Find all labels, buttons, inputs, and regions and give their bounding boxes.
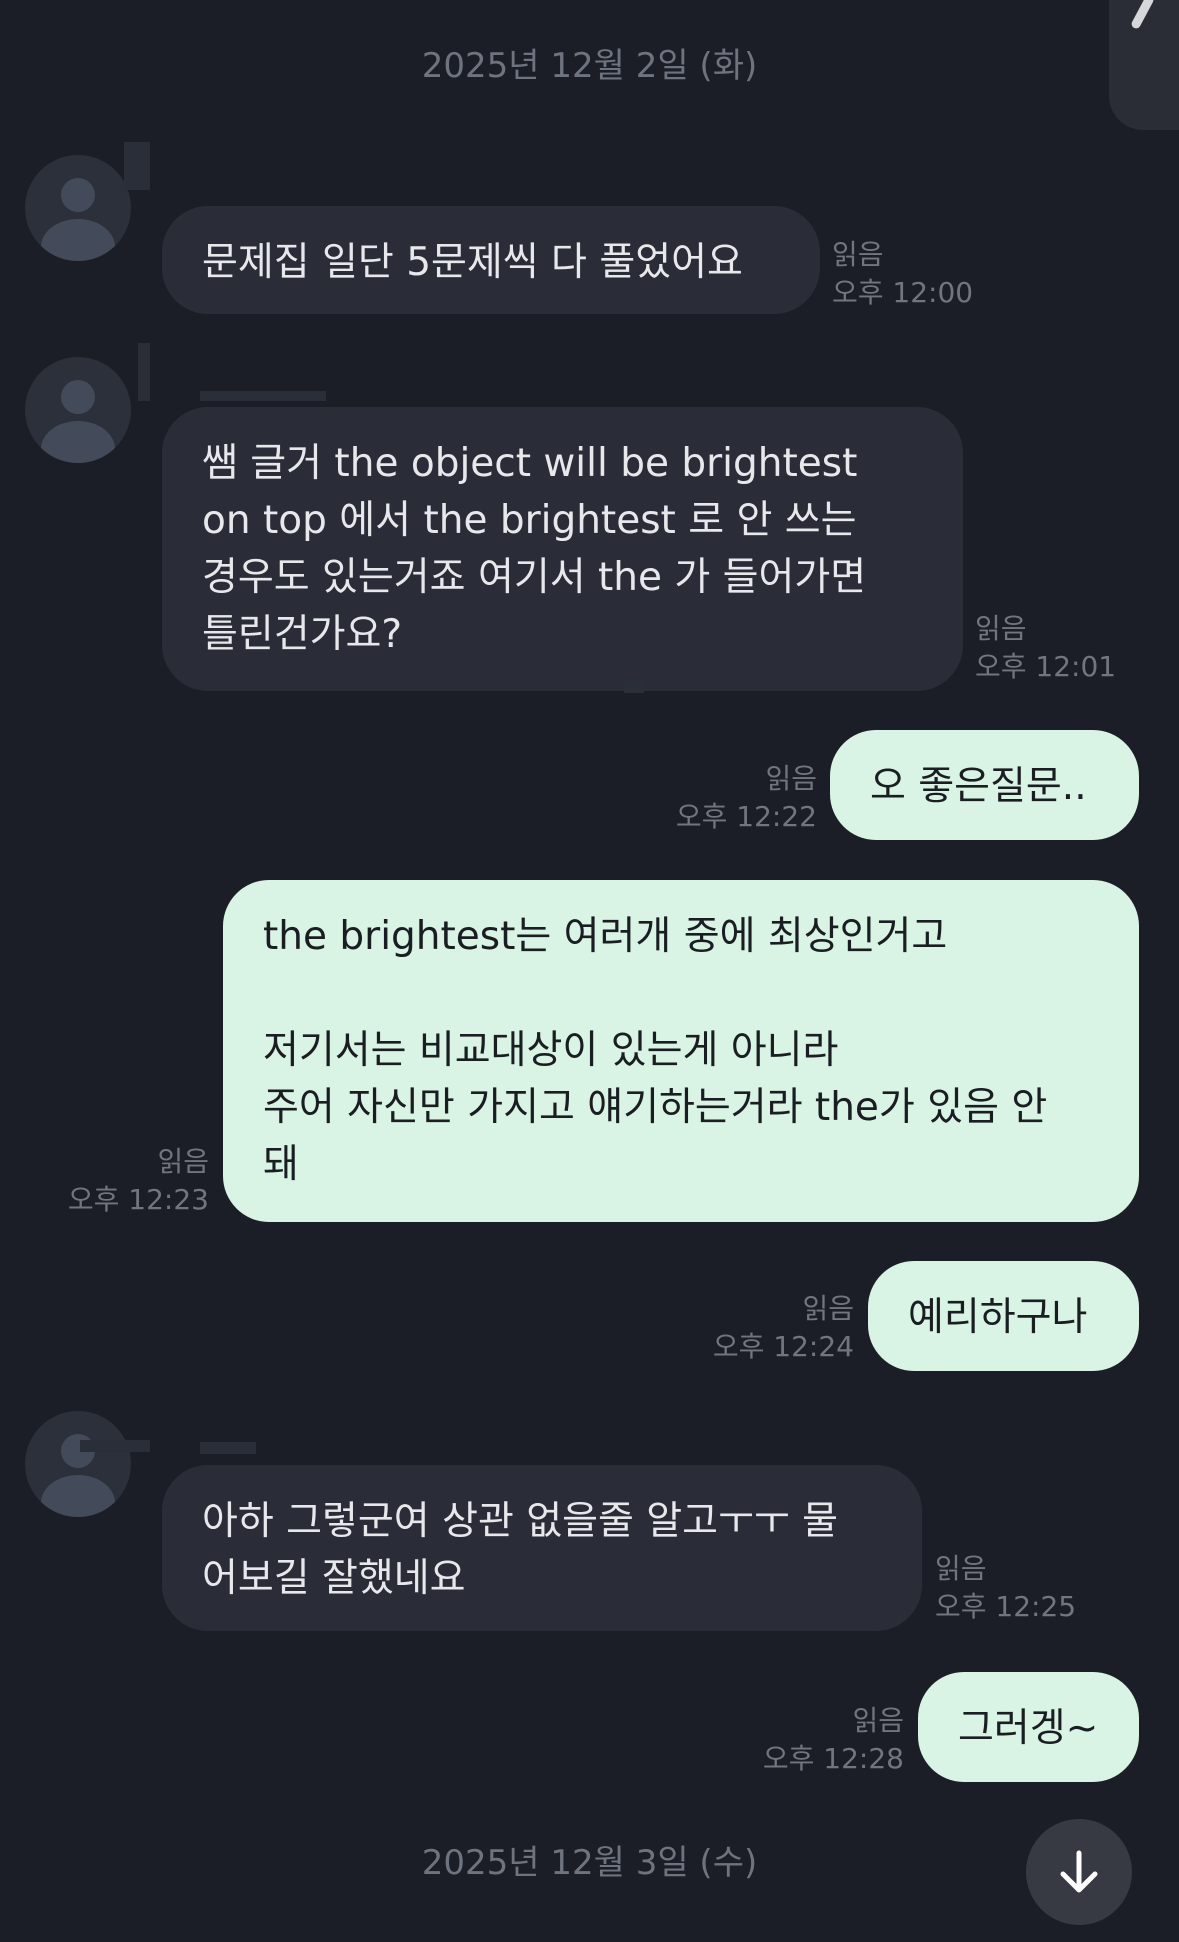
message-meta: 읽음 오후 12:24 xyxy=(700,1290,854,1366)
message-meta: 읽음 오후 12:01 xyxy=(975,610,1116,686)
message-bubble-incoming[interactable]: 쌤 글거 the object will be brightest on top… xyxy=(162,407,963,691)
arrow-down-icon xyxy=(1060,1850,1098,1893)
message-bubble-incoming[interactable]: 아하 그렇군여 상관 없을줄 알고ㅜㅜ 물 어보길 잘했네요 xyxy=(162,1465,922,1631)
message-time: 오후 12:23 xyxy=(67,1183,209,1216)
read-receipt: 읽음 xyxy=(802,1292,854,1325)
message-time: 오후 12:00 xyxy=(832,276,974,309)
message-time: 오후 12:24 xyxy=(712,1330,854,1363)
avatar[interactable] xyxy=(25,357,131,463)
read-receipt: 읽음 xyxy=(975,612,1027,645)
message-time: 오후 12:22 xyxy=(675,800,817,833)
person-icon xyxy=(41,1434,115,1517)
redacted-name xyxy=(124,142,150,190)
message-bubble-outgoing[interactable]: 그러겡~ xyxy=(918,1672,1139,1782)
read-receipt: 읽음 xyxy=(157,1145,209,1178)
read-receipt: 읽음 xyxy=(765,762,817,795)
avatar[interactable] xyxy=(25,155,131,261)
redacted-name xyxy=(200,1442,256,1454)
redacted-mark xyxy=(624,679,644,693)
read-receipt: 읽음 xyxy=(935,1552,987,1585)
read-receipt: 읽음 xyxy=(852,1704,904,1737)
redacted-name xyxy=(138,343,150,401)
redacted-name xyxy=(80,1440,150,1452)
message-time: 오후 12:01 xyxy=(975,650,1117,683)
person-icon xyxy=(41,380,115,463)
date-divider: 2025년 12월 2일 (화) xyxy=(421,46,758,86)
message-time: 오후 12:28 xyxy=(762,1742,904,1775)
message-bubble-outgoing[interactable]: the brightest는 여러개 중에 최상인거고 저기서는 비교대상이 있… xyxy=(223,880,1139,1222)
message-meta: 읽음 오후 12:28 xyxy=(750,1702,904,1778)
message-bubble-incoming[interactable]: 문제집 일단 5문제씩 다 풀었어요 xyxy=(162,206,820,314)
person-icon xyxy=(41,178,115,261)
message-time: 오후 12:25 xyxy=(935,1590,1077,1623)
date-divider: 2025년 12월 3일 (수) xyxy=(421,1843,758,1883)
message-bubble-outgoing[interactable]: 예리하구나 xyxy=(868,1261,1139,1371)
redacted-name xyxy=(200,391,326,401)
read-receipt: 읽음 xyxy=(832,238,884,271)
message-meta: 읽음 오후 12:22 xyxy=(660,760,817,836)
message-meta: 읽음 오후 12:23 xyxy=(40,1143,209,1219)
message-meta: 읽음 오후 12:00 xyxy=(832,236,973,312)
message-meta: 읽음 오후 12:25 xyxy=(935,1550,1076,1626)
avatar[interactable] xyxy=(25,1411,131,1517)
message-bubble-outgoing[interactable]: 오 좋은질문.. xyxy=(830,730,1139,840)
scroll-to-bottom-button[interactable] xyxy=(1026,1819,1132,1925)
